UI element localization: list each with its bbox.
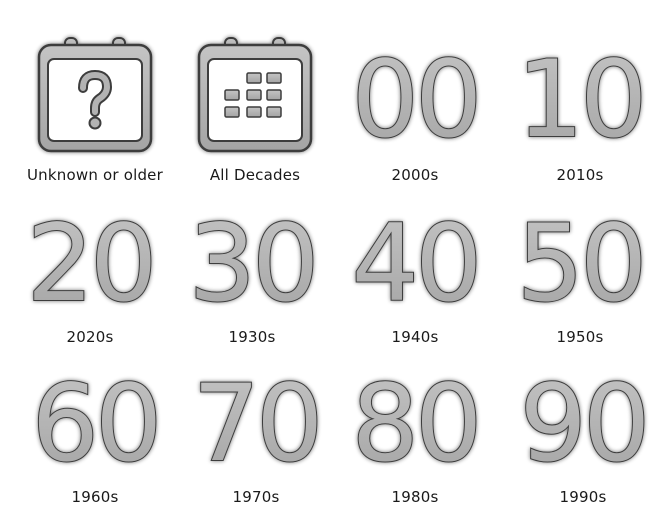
decade-tile-1930s[interactable]: 30 1930s (172, 192, 332, 354)
calendar-grid-icon (197, 37, 313, 153)
question-calendar-icon (37, 37, 153, 153)
decade-60-icon: 60 (31, 361, 164, 486)
decade-70-icon: 70 (192, 361, 325, 486)
decade-numeral: 00 (352, 38, 479, 161)
decade-10-icon: 10 (516, 37, 649, 162)
decade-50-icon: 50 (516, 201, 649, 326)
decade-numeral: 80 (352, 362, 479, 485)
decade-80-icon: 80 (351, 361, 484, 486)
decade-numeral: 20 (27, 202, 154, 325)
decade-label: 1930s (228, 328, 276, 346)
decade-label: All Decades (209, 166, 301, 184)
decade-tile-1980s[interactable]: 80 1980s (335, 352, 495, 514)
decade-tile-2010s[interactable]: 10 2010s (500, 28, 660, 190)
decade-tile-1950s[interactable]: 50 1950s (500, 192, 660, 354)
decade-label: 1950s (556, 328, 604, 346)
decade-tile-all[interactable]: All Decades (175, 28, 335, 190)
decade-label: 1980s (391, 488, 439, 506)
decade-20-icon: 20 (26, 201, 159, 326)
decade-numeral: 60 (32, 362, 159, 485)
decade-label: Unknown or older (27, 166, 163, 184)
decade-00-icon: 00 (351, 37, 484, 162)
decade-label: 1940s (391, 328, 439, 346)
decade-tile-2000s[interactable]: 00 2000s (335, 28, 495, 190)
decade-tile-2020s[interactable]: 20 2020s (10, 192, 170, 354)
decade-90-icon: 90 (519, 361, 652, 486)
decade-numeral: 90 (520, 362, 647, 485)
decade-numeral: 10 (517, 38, 644, 161)
decade-tile-unknown[interactable]: Unknown or older (15, 28, 175, 190)
decade-tile-1990s[interactable]: 90 1990s (503, 352, 663, 514)
decade-tile-1940s[interactable]: 40 1940s (335, 192, 495, 354)
decade-numeral: 30 (189, 202, 316, 325)
decade-numeral: 70 (193, 362, 320, 485)
decade-numeral: 50 (517, 202, 644, 325)
decade-label: 1960s (71, 488, 119, 506)
decade-numeral: 40 (352, 202, 479, 325)
decade-40-icon: 40 (351, 201, 484, 326)
decade-label: 1990s (559, 488, 607, 506)
decade-tile-1960s[interactable]: 60 1960s (15, 352, 175, 514)
decade-label: 2020s (66, 328, 114, 346)
decade-label: 2000s (391, 166, 439, 184)
decade-tile-1970s[interactable]: 70 1970s (176, 352, 336, 514)
decade-label: 2010s (556, 166, 604, 184)
decade-label: 1970s (232, 488, 280, 506)
decade-30-icon: 30 (188, 201, 321, 326)
